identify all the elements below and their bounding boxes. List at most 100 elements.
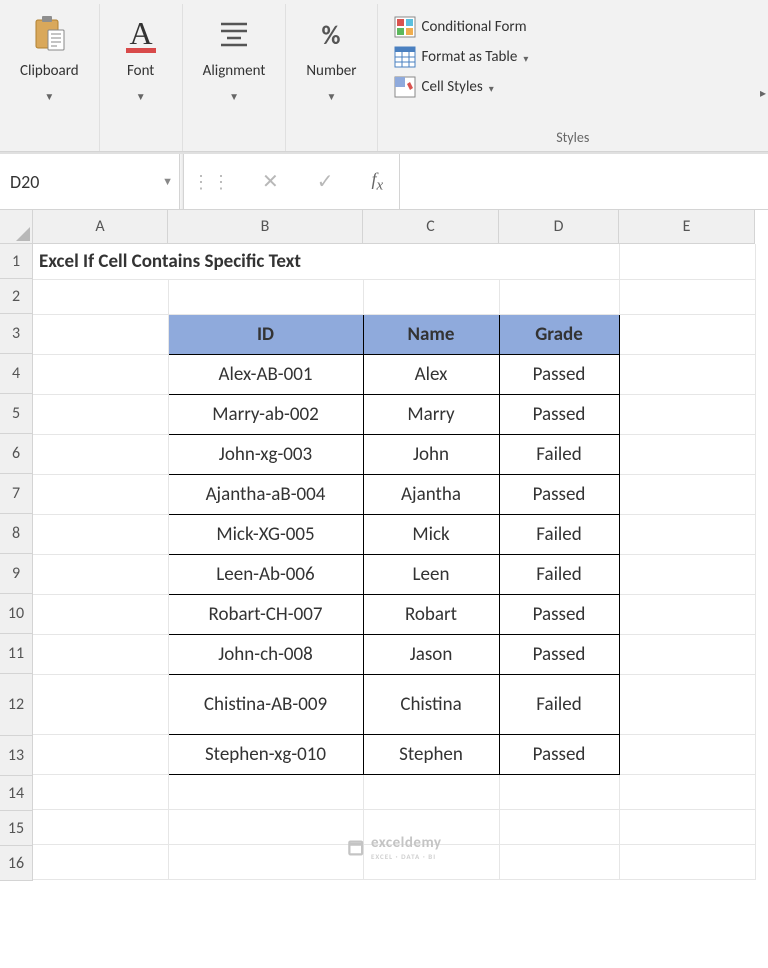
font-button[interactable]: A Font ▼ [112,10,170,107]
cell-E8[interactable] [619,514,755,554]
row-header-3[interactable]: 3 [0,314,32,354]
row-header-16[interactable]: 16 [0,846,32,881]
table-cell[interactable]: Passed [499,354,619,394]
chevron-down-icon[interactable]: ▼ [162,175,173,188]
cell-E15[interactable] [619,809,755,844]
cell-E2[interactable] [619,279,755,314]
cell-E13[interactable] [619,734,755,774]
cell-E10[interactable] [619,594,755,634]
table-cell[interactable]: Robart-CH-007 [168,594,363,634]
cell-E3[interactable] [619,314,755,354]
cell-E7[interactable] [619,474,755,514]
table-cell[interactable]: John-xg-003 [168,434,363,474]
table-cell[interactable]: Passed [499,474,619,514]
paste-button[interactable]: Clipboard ▼ [12,10,87,107]
cell-D15[interactable] [499,809,619,844]
row-header-8[interactable]: 8 [0,514,32,554]
table-header-grade[interactable]: Grade [499,314,619,354]
cell-E5[interactable] [619,394,755,434]
row-header-14[interactable]: 14 [0,776,32,811]
cell-A10[interactable] [33,594,168,634]
ellipsis-icon[interactable]: ⋮⋮ [192,171,232,193]
fx-icon[interactable]: fx [364,169,392,195]
row-header-12[interactable]: 12 [0,674,32,736]
col-header-D[interactable]: D [499,210,619,243]
cell-A8[interactable] [33,514,168,554]
number-button[interactable]: % Number ▼ [298,10,364,107]
cell-B16[interactable] [168,844,363,879]
cell-A11[interactable] [33,634,168,674]
cell-A15[interactable] [33,809,168,844]
row-header-2[interactable]: 2 [0,279,32,314]
format-as-table-button[interactable]: Format as Table ▾ [390,44,533,70]
table-cell[interactable]: Mick [363,514,499,554]
table-cell[interactable]: Leen-Ab-006 [168,554,363,594]
cell-E1[interactable] [619,244,755,279]
table-cell[interactable]: Stephen [363,734,499,774]
table-cell[interactable]: Stephen-xg-010 [168,734,363,774]
table-cell[interactable]: Alex [363,354,499,394]
cell-E14[interactable] [619,774,755,809]
table-cell[interactable]: Mick-XG-005 [168,514,363,554]
cell-A7[interactable] [33,474,168,514]
row-header-1[interactable]: 1 [0,244,32,279]
col-header-B[interactable]: B [168,210,363,243]
cell-A16[interactable] [33,844,168,879]
cell-A1[interactable]: Excel If Cell Contains Specific Text [33,244,619,279]
row-header-11[interactable]: 11 [0,634,32,674]
table-cell[interactable]: Marry-ab-002 [168,394,363,434]
table-cell[interactable]: Failed [499,514,619,554]
cell-E16[interactable] [619,844,755,879]
row-header-7[interactable]: 7 [0,474,32,514]
cell-A3[interactable] [33,314,168,354]
table-cell[interactable]: John-ch-008 [168,634,363,674]
cell-C2[interactable] [363,279,499,314]
table-cell[interactable]: Passed [499,634,619,674]
table-cell[interactable]: Ajantha [363,474,499,514]
row-header-5[interactable]: 5 [0,394,32,434]
select-all-corner[interactable] [0,210,33,244]
cell-E12[interactable] [619,674,755,734]
cancel-icon[interactable]: ✕ [254,169,287,194]
cells-area[interactable]: Excel If Cell Contains Specific Text IDNa… [33,244,756,881]
table-header-name[interactable]: Name [363,314,499,354]
row-header-9[interactable]: 9 [0,554,32,594]
cell-A14[interactable] [33,774,168,809]
cell-E4[interactable] [619,354,755,394]
cell-E9[interactable] [619,554,755,594]
row-header-4[interactable]: 4 [0,354,32,394]
table-cell[interactable]: Passed [499,394,619,434]
table-cell[interactable]: Passed [499,594,619,634]
cell-A2[interactable] [33,279,168,314]
cell-styles-button[interactable]: Cell Styles ▾ [390,74,498,100]
cell-A9[interactable] [33,554,168,594]
col-header-C[interactable]: C [363,210,499,243]
table-cell[interactable]: Passed [499,734,619,774]
row-header-15[interactable]: 15 [0,811,32,846]
row-header-6[interactable]: 6 [0,434,32,474]
row-header-13[interactable]: 13 [0,736,32,776]
alignment-button[interactable]: Alignment ▼ [195,10,274,107]
table-cell[interactable]: Chistina [363,674,499,734]
cell-A13[interactable] [33,734,168,774]
col-header-A[interactable]: A [33,210,168,243]
cell-A4[interactable] [33,354,168,394]
conditional-formatting-button[interactable]: Conditional Form [390,14,531,40]
col-header-E[interactable]: E [619,210,755,243]
table-cell[interactable]: Jason [363,634,499,674]
row-header-10[interactable]: 10 [0,594,32,634]
table-cell[interactable]: Failed [499,434,619,474]
table-cell[interactable]: Alex-AB-001 [168,354,363,394]
cell-E11[interactable] [619,634,755,674]
cell-D2[interactable] [499,279,619,314]
table-header-id[interactable]: ID [168,314,363,354]
check-icon[interactable]: ✓ [309,169,342,194]
cell-E6[interactable] [619,434,755,474]
formula-input[interactable] [400,154,768,209]
cell-B2[interactable] [168,279,363,314]
table-cell[interactable]: Marry [363,394,499,434]
table-cell[interactable]: Leen [363,554,499,594]
table-cell[interactable]: John [363,434,499,474]
table-cell[interactable]: Failed [499,554,619,594]
table-cell[interactable]: Ajantha-aB-004 [168,474,363,514]
